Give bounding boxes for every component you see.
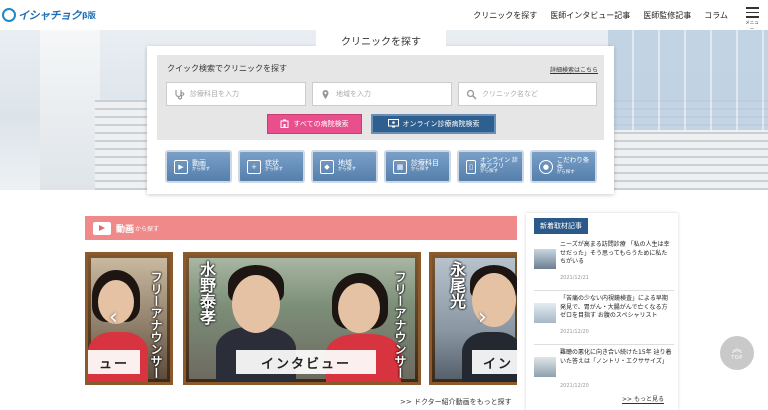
hamburger-bar xyxy=(745,16,759,18)
video-section-title: 動画 xyxy=(116,224,135,235)
category-sub: から探す xyxy=(265,166,283,172)
news-date: 2021/12/21 xyxy=(560,275,589,281)
search-tab-title: クリニックを探す xyxy=(316,30,446,50)
news-date: 2021/12/20 xyxy=(560,383,589,389)
nav-supervised-articles[interactable]: 医師監修記事 xyxy=(643,10,691,21)
video-card[interactable]: フリーアナウンサー ュー xyxy=(85,252,173,385)
specialty-placeholder: 診療科目を入力 xyxy=(190,90,239,98)
category-buttons: ▶ 動画 から探す + 症状 から探す ◆ 地域 から探す ▦ 診療科目 から探す ▯ … xyxy=(165,150,597,183)
logo-mark-icon xyxy=(2,8,16,22)
detail-search-link[interactable]: 詳細検索はこちら xyxy=(550,65,598,74)
double-chevron-up-icon: ︽ xyxy=(732,343,742,355)
online-consultation-label: オンライン診療病院検索 xyxy=(402,120,480,128)
card-banner: ュー xyxy=(88,350,140,374)
video-card-featured[interactable]: 水野泰孝 フリーアナウンサー インタビュー xyxy=(183,252,421,385)
specialty-input[interactable]: 診療科目を入力 xyxy=(166,82,306,106)
hero-glass-wall xyxy=(608,30,768,130)
stethoscope-icon xyxy=(173,88,185,100)
site-logo[interactable]: イシャチョク β版 xyxy=(2,4,96,26)
map-icon: ◆ xyxy=(320,159,334,174)
region-placeholder: 地域を入力 xyxy=(336,90,371,98)
clinic-name-input[interactable]: クリニック名など xyxy=(458,82,597,106)
logo-beta: β版 xyxy=(82,10,96,20)
grid-icon: ▦ xyxy=(393,159,407,174)
doctor-icon: ● xyxy=(539,159,553,174)
first-aid-icon: + xyxy=(247,159,261,174)
video-section-header: 動画 から探す xyxy=(85,216,517,240)
news-item[interactable]: 「苦痛の少ない内視鏡検査」による早期発見で、胃がん・大腸がんで亡くなる方ゼロを目… xyxy=(534,293,674,345)
doctor-face xyxy=(232,275,280,333)
carousel-next-chevron-icon[interactable]: › xyxy=(478,305,487,330)
doctor-name: 永尾光 xyxy=(447,261,466,309)
category-online-app-button[interactable]: ▯ オンライン 診療アプリ から探す xyxy=(457,150,524,183)
news-date: 2021/12/20 xyxy=(560,329,589,335)
category-region-button[interactable]: ◆ 地域 から探す xyxy=(311,150,378,183)
news-thumbnail xyxy=(534,249,556,269)
category-video-button[interactable]: ▶ 動画 から探す xyxy=(165,150,232,183)
card-vertical-caption: フリーアナウンサー xyxy=(393,271,407,379)
card-banner: イン xyxy=(472,350,517,374)
back-to-top-button[interactable]: ︽ TOP xyxy=(720,336,754,370)
search-icon xyxy=(465,88,477,100)
news-thumbnail xyxy=(534,303,556,323)
card-banner: インタビュー xyxy=(236,350,376,374)
news-title: 難聴の悪化に向き合い続けた15年 辿り着いた答えは「ノントリ・エクササイズ」 xyxy=(560,349,672,365)
video-carousel: フリーアナウンサー ュー 水野泰孝 フリーアナウンサー インタビュー 永尾光 イ… xyxy=(85,252,517,385)
hero-stairs-left xyxy=(95,100,150,190)
nav-doctor-interviews[interactable]: 医師インタビュー記事 xyxy=(550,10,630,21)
map-pin-icon xyxy=(319,88,331,100)
new-articles-panel: 新着取材記事 ニーズが高まる訪問診療 「私の人生は幸せだった」そう思ってもらうた… xyxy=(526,213,678,410)
video-icon: ▶ xyxy=(174,159,188,174)
card-vertical-caption: フリーアナウンサー xyxy=(149,271,163,379)
announcer-face xyxy=(338,283,380,333)
main-nav: クリニックを探す 医師インタビュー記事 医師監修記事 コラム xyxy=(473,0,728,30)
all-hospitals-search-button[interactable]: すべての病院検索 xyxy=(267,114,362,134)
category-conditions-button[interactable]: ● こだわり条件 から探す xyxy=(530,150,597,183)
category-sub: から探す xyxy=(192,166,210,172)
carousel-prev-chevron-icon[interactable]: ‹ xyxy=(109,305,118,330)
top-label: TOP xyxy=(731,354,743,361)
news-item[interactable]: ニーズが高まる訪問診療 「私の人生は幸せだった」そう思ってもらうために私たちがい… xyxy=(534,239,674,291)
hospital-icon xyxy=(280,119,289,130)
nav-column[interactable]: コラム xyxy=(704,10,728,21)
category-title: こだわり条件 xyxy=(556,156,590,172)
phone-icon: ▯ xyxy=(466,159,477,174)
hamburger-menu-button[interactable]: メニュー xyxy=(744,7,760,32)
quick-search: クイック検索でクリニックを探す 詳細検索はこちら 診療科目を入力 地域を入力 ク… xyxy=(157,55,604,140)
news-item[interactable]: 難聴の悪化に向き合い続けた15年 辿り着いた答えは「ノントリ・エクササイズ」 2… xyxy=(534,347,674,399)
doctor-name: 水野泰孝 xyxy=(197,261,216,325)
region-input[interactable]: 地域を入力 xyxy=(312,82,452,106)
more-doctor-videos-link[interactable]: >> ドクター紹介動画をもっと探す xyxy=(400,397,512,407)
nav-find-clinic[interactable]: クリニックを探す xyxy=(473,10,537,21)
clinic-name-placeholder: クリニック名など xyxy=(482,90,538,98)
hero-pillar xyxy=(40,30,100,190)
category-sub: から探す xyxy=(411,166,429,172)
logo-text: イシャチョク xyxy=(18,9,82,22)
quick-search-title: クイック検索でクリニックを探す xyxy=(167,64,287,73)
category-sub: から探す xyxy=(480,169,499,175)
hamburger-bar xyxy=(745,11,759,13)
more-news-link[interactable]: >> もっと見る xyxy=(622,394,664,404)
category-sub: から探す xyxy=(338,166,356,172)
video-card[interactable]: 永尾光 イン xyxy=(429,252,517,385)
category-specialty-button[interactable]: ▦ 診療科目 から探す xyxy=(384,150,451,183)
new-articles-tag: 新着取材記事 xyxy=(534,218,588,234)
menu-label: メニュー xyxy=(745,20,759,32)
category-symptom-button[interactable]: + 症状 から探す xyxy=(238,150,305,183)
site-header: イシャチョク β版 クリニックを探す 医師インタビュー記事 医師監修記事 コラム… xyxy=(0,0,768,32)
category-sub: から探す xyxy=(556,169,575,175)
monitor-icon xyxy=(387,118,399,130)
online-consultation-search-button[interactable]: オンライン診療病院検索 xyxy=(371,114,496,134)
news-title: 「苦痛の少ない内視鏡検査」による早期発見で、胃がん・大腸がんで亡くなる方ゼロを目… xyxy=(560,295,668,320)
news-title: ニーズが高まる訪問診療 「私の人生は幸せだった」そう思ってもらうために私たちがい… xyxy=(560,241,670,266)
all-hospitals-label: すべての病院検索 xyxy=(293,120,349,128)
news-thumbnail xyxy=(534,357,556,377)
video-play-icon xyxy=(93,221,111,235)
video-section-sub: から探す xyxy=(135,225,160,233)
hamburger-icon xyxy=(745,7,759,9)
